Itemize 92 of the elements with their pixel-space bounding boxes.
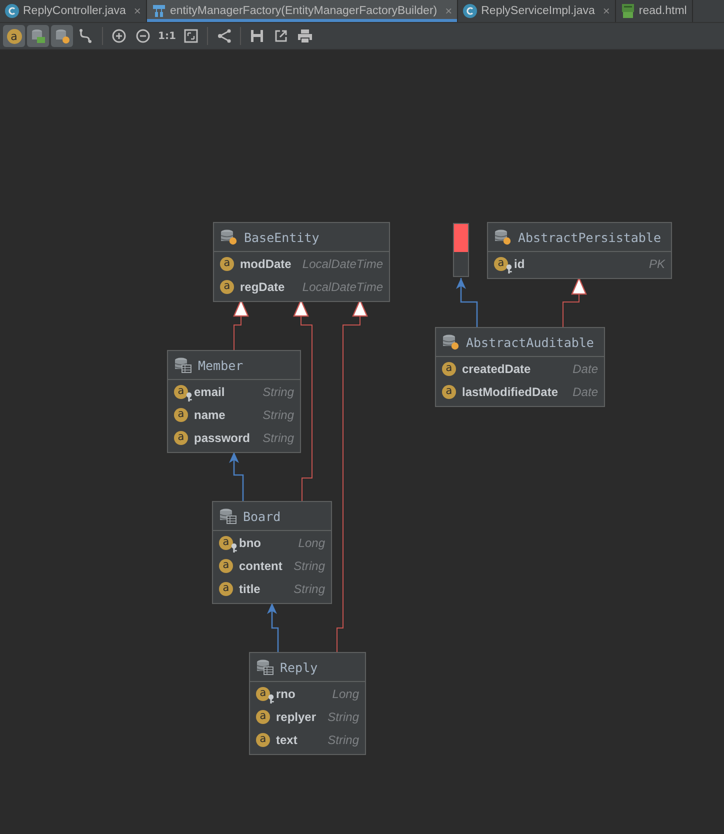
field-type: String	[262, 384, 294, 398]
field-name: id	[514, 256, 525, 270]
entity-icon	[54, 28, 70, 44]
field-name: content	[239, 558, 282, 572]
field-name: name	[194, 408, 226, 422]
entity-table-icon	[256, 659, 274, 675]
entity-table-icon	[174, 357, 192, 373]
field-icon: a	[256, 732, 270, 746]
entity-node[interactable]: Member a email String a name String a password String	[167, 350, 301, 453]
entity-node[interactable]: AbstractAuditable a createdDate Date a lastModifiedDate Date	[435, 327, 605, 407]
key-icon	[505, 264, 513, 274]
class-icon	[5, 4, 19, 18]
field-name: regDate	[240, 280, 285, 294]
inheritance-arrow	[562, 276, 587, 328]
tab-label: entityManagerFactory(EntityManagerFactoryBuilder)	[170, 5, 438, 17]
field-icon: a	[442, 384, 456, 398]
editor-tab[interactable]: ReplyController.java ×	[0, 0, 147, 22]
field-type: String	[262, 408, 294, 422]
class-icon	[463, 4, 478, 18]
field-name: modDate	[240, 256, 292, 270]
field-icon: a	[219, 582, 233, 596]
show-entities-button[interactable]	[51, 25, 73, 47]
field-icon: a	[220, 280, 234, 294]
field-icon: a	[174, 408, 188, 422]
key-icon	[185, 392, 193, 402]
field-icon: a	[256, 710, 270, 724]
entity-name: Member	[198, 358, 244, 372]
zoom-in-icon	[111, 28, 127, 44]
layout-icon	[216, 28, 232, 44]
close-icon[interactable]: ×	[134, 4, 141, 18]
entity-name: BaseEntity	[244, 230, 320, 244]
actual-size-button[interactable]: 1:1	[156, 25, 178, 47]
field-name: lastModifiedDate	[462, 384, 558, 398]
close-icon[interactable]: ×	[602, 4, 610, 18]
key-icon	[230, 542, 238, 552]
editor-tab[interactable]: ReplyServiceImpl.java ×	[458, 0, 616, 22]
field-type: PK	[648, 256, 665, 270]
dependency-arrow	[229, 452, 244, 501]
field-type: String	[292, 582, 325, 596]
entity-name: Board	[243, 508, 281, 524]
fit-icon	[183, 28, 199, 44]
dependency-arrow	[456, 278, 478, 327]
table-icon	[30, 28, 46, 44]
field-type: String	[262, 430, 294, 444]
zoom-out-icon	[135, 28, 151, 44]
entity-node[interactable]: Board a bno Long a content String a title String	[212, 501, 332, 604]
dependency-arrow	[267, 603, 279, 652]
tab-label: ReplyServiceImpl.java	[481, 5, 595, 17]
field-name: text	[276, 732, 298, 746]
html-file-icon	[620, 4, 635, 18]
field-name: password	[194, 430, 250, 444]
export-icon	[273, 28, 289, 44]
field-type: String	[292, 558, 325, 572]
field-type: Long	[297, 536, 325, 550]
tab-label: read.html	[638, 5, 687, 17]
field-type: Date	[572, 362, 598, 376]
field-name: rno	[276, 686, 296, 700]
field-type: LocalDateTime	[301, 256, 383, 270]
show-fields-button[interactable]: a	[3, 25, 25, 47]
entity-node[interactable]: AbstractPersistable a id PK	[487, 222, 672, 279]
field-type: Long	[331, 686, 359, 700]
field-icon: a	[219, 558, 233, 572]
field-name: bno	[239, 536, 261, 550]
superclass-icon	[494, 229, 512, 245]
field-type: LocalDateTime	[301, 280, 383, 294]
superclass-icon	[220, 229, 238, 245]
superclass-icon	[442, 334, 460, 350]
field-icon: a	[220, 256, 234, 270]
field-name: email	[194, 384, 225, 398]
entity-table-icon	[219, 508, 237, 524]
field-type: String	[326, 732, 359, 746]
show-tables-button[interactable]	[27, 25, 49, 47]
field-name: replyer	[276, 710, 316, 724]
diagram-icon	[152, 4, 166, 18]
editor-tab[interactable]: entityManagerFactory(EntityManagerFactoryBuilder) ×	[146, 0, 458, 22]
entity-node[interactable]: BaseEntity a modDate LocalDateTime a regDate LocalDateTime	[213, 222, 390, 302]
collapsed-node[interactable]	[453, 223, 469, 277]
print-icon	[297, 28, 313, 44]
field-type: String	[326, 710, 359, 724]
field-name: createdDate	[462, 362, 531, 376]
field-icon: a	[174, 430, 188, 444]
field-type: Date	[572, 384, 598, 398]
route-icon	[78, 28, 94, 44]
tab-label: ReplyController.java	[23, 5, 126, 17]
field-name: title	[239, 582, 260, 596]
key-icon	[267, 694, 275, 704]
field-icon: a	[442, 362, 456, 376]
editor-tab[interactable]: read.html	[616, 0, 693, 22]
entity-name: AbstractAuditable	[466, 334, 594, 350]
entity-name: Reply	[280, 660, 318, 674]
entity-node[interactable]: Reply a rno Long a replyer String a text String	[249, 652, 366, 755]
entity-name: AbstractPersistable	[518, 230, 661, 244]
